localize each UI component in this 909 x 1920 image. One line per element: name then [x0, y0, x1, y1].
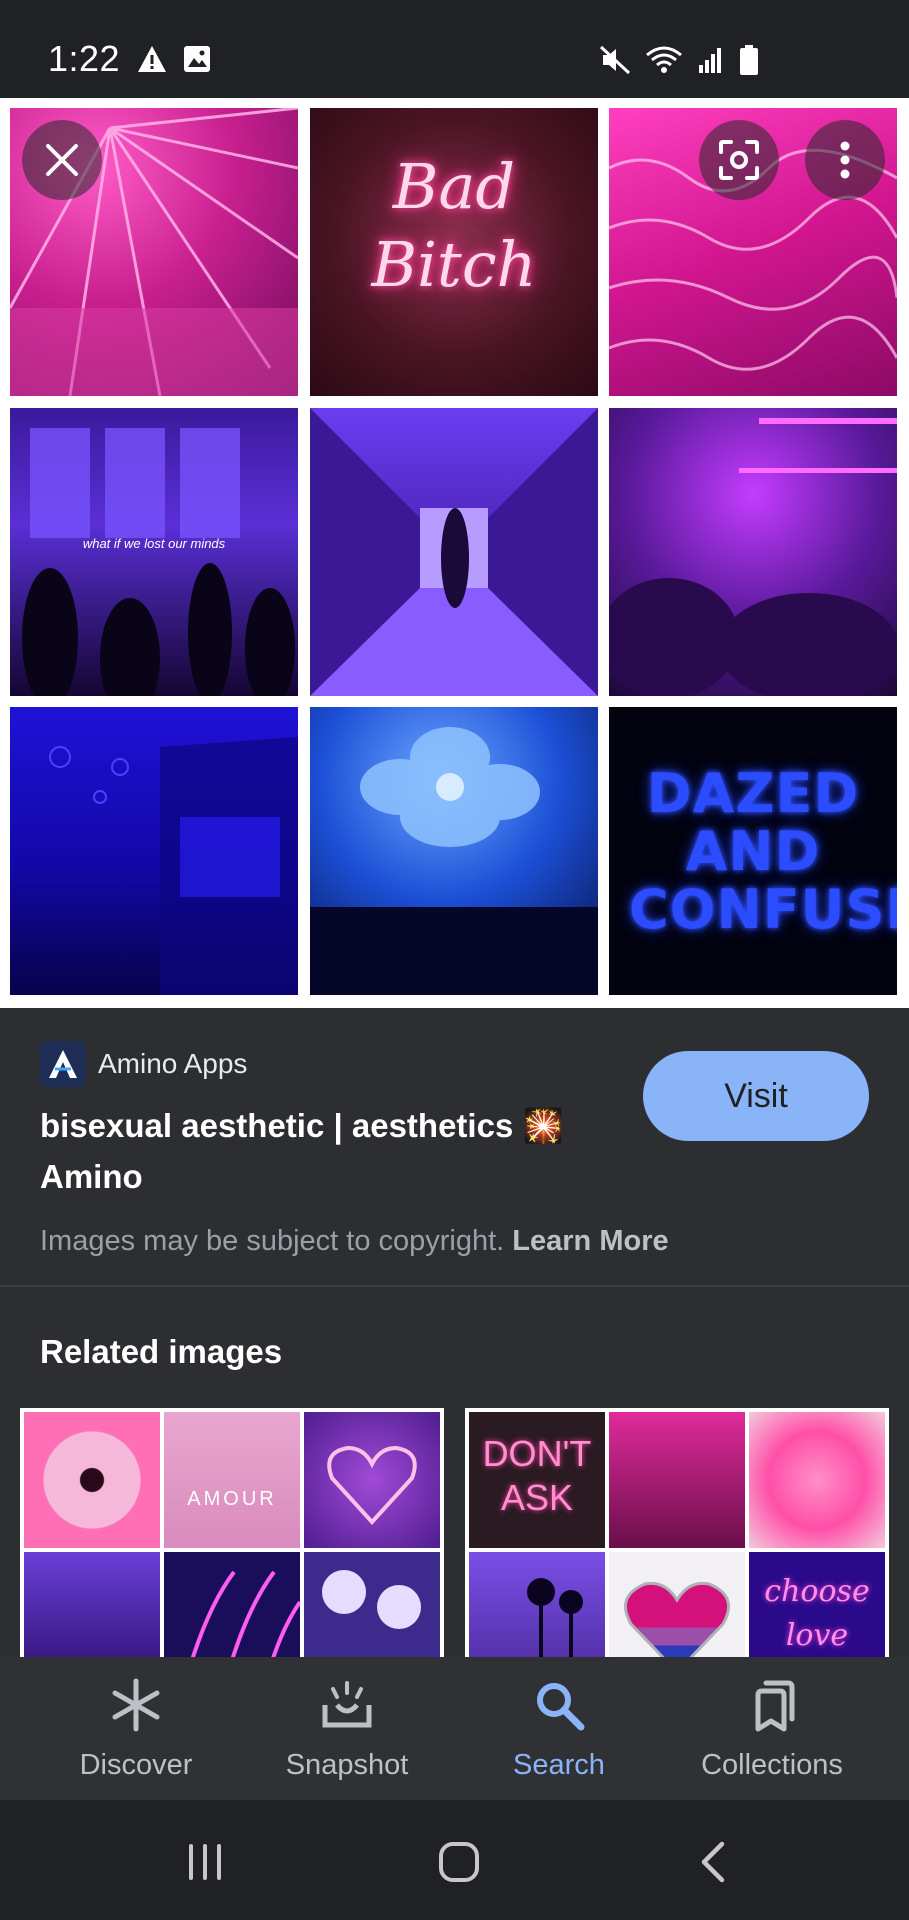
window-silhouettes-tile[interactable]: what if we lost our minds: [10, 408, 298, 696]
dazed-text-tile[interactable]: DAZED AND CONFUSED: [609, 707, 897, 995]
related-image-card-1[interactable]: AMOUR: [20, 1408, 444, 1660]
night-sky-thumb: [24, 1552, 160, 1660]
status-time: 1:22: [48, 38, 121, 79]
succulent-graphic: [310, 727, 598, 995]
signal-icon: [699, 48, 721, 73]
neon-sign-text: Bad Bitch: [371, 150, 537, 301]
purple-hallway-tile[interactable]: [310, 408, 598, 696]
more-vert-icon: [840, 141, 850, 179]
palm-silhouettes: [527, 1578, 583, 1660]
roses-thumb: [304, 1552, 440, 1660]
related-image-card-2[interactable]: DON'T ASK choose love: [465, 1408, 889, 1660]
dont-ask-text: DON'T ASK: [482, 1433, 592, 1518]
learn-more-link[interactable]: Learn More: [512, 1225, 668, 1257]
copyright-notice: Images may be subject to copyright. Lear…: [40, 1225, 669, 1258]
nav-search[interactable]: Search: [459, 1657, 659, 1800]
close-button[interactable]: [22, 120, 102, 200]
home-button[interactable]: [429, 1832, 489, 1892]
status-right-icons: [599, 44, 759, 76]
page-title[interactable]: bisexual aesthetic | aesthetics 🎇 Amino: [40, 1100, 620, 1202]
battery-icon: [740, 45, 758, 75]
status-bar: 1:22: [0, 0, 909, 98]
choose-love-text: choose love: [764, 1574, 870, 1653]
pink-lips-thumb: [749, 1412, 885, 1548]
window-frames: [22, 428, 295, 696]
asterisk-icon: [112, 1678, 160, 1732]
neon-sign-tile[interactable]: Bad Bitch: [310, 108, 598, 396]
hallway-graphic: [310, 408, 598, 696]
nav-collections[interactable]: Collections: [672, 1657, 872, 1800]
recents-button[interactable]: [175, 1832, 235, 1892]
copyright-text: Images may be subject to copyright.: [40, 1225, 505, 1257]
blue-flower-tile[interactable]: [310, 707, 598, 995]
nav-discover[interactable]: Discover: [36, 1657, 236, 1800]
nav-discover-label: Discover: [79, 1749, 193, 1781]
image-icon: [184, 46, 210, 72]
palm-trees-thumb: [469, 1552, 605, 1660]
silhouette-pink-thumb: [609, 1412, 745, 1548]
search-icon: [537, 1683, 585, 1731]
pink-donut-thumb: [24, 1412, 160, 1548]
back-icon: [701, 1841, 725, 1883]
mute-icon: [599, 45, 631, 75]
roses-graphic: [322, 1570, 421, 1629]
neon-stars-thumb: [164, 1552, 300, 1660]
warning-icon: [138, 46, 166, 72]
image-viewer[interactable]: Bad Bitch what if we lost our minds DAZE…: [0, 98, 909, 1008]
amour-text: AMOUR: [187, 1488, 277, 1510]
lens-icon: [719, 140, 759, 180]
neon-lines: [190, 1570, 300, 1660]
related-heading: Related images: [40, 1333, 283, 1370]
home-icon: [439, 1842, 479, 1882]
wifi-icon: [646, 46, 682, 73]
back-button[interactable]: [684, 1832, 744, 1892]
nav-collections-label: Collections: [701, 1749, 843, 1781]
bi-heart-icon: [623, 1581, 731, 1660]
nav-snapshot-label: Snapshot: [285, 1749, 409, 1781]
collections-icon: [755, 1680, 795, 1732]
neon-plants-tile[interactable]: [609, 408, 897, 696]
blue-room-graphic: [49, 737, 298, 995]
source-site-name[interactable]: Amino Apps: [98, 1048, 247, 1080]
amino-logo-icon: [40, 1041, 86, 1087]
heart-icon: [327, 1445, 417, 1525]
choose-love-thumb: choose love: [749, 1552, 885, 1660]
recents-icon: [189, 1844, 221, 1880]
nav-snapshot[interactable]: Snapshot: [247, 1657, 447, 1800]
dazed-text: DAZED AND CONFUSED: [629, 762, 897, 941]
nav-search-label: Search: [513, 1749, 605, 1781]
plants-graphic: [609, 418, 897, 696]
lens-button[interactable]: [699, 120, 779, 200]
amour-thumb: AMOUR: [164, 1412, 300, 1548]
visit-button[interactable]: Visit: [643, 1051, 869, 1141]
dont-ask-thumb: DON'T ASK: [469, 1412, 605, 1548]
close-icon: [46, 144, 78, 176]
status-left-icons: [136, 44, 212, 74]
bi-heart-pin-thumb: [609, 1552, 745, 1660]
window-caption: what if we lost our minds: [82, 536, 226, 551]
snapshot-icon: [322, 1681, 372, 1728]
more-options-button[interactable]: [805, 120, 885, 200]
heart-sign-thumb: [304, 1412, 440, 1548]
blue-room-tile[interactable]: [10, 707, 298, 995]
